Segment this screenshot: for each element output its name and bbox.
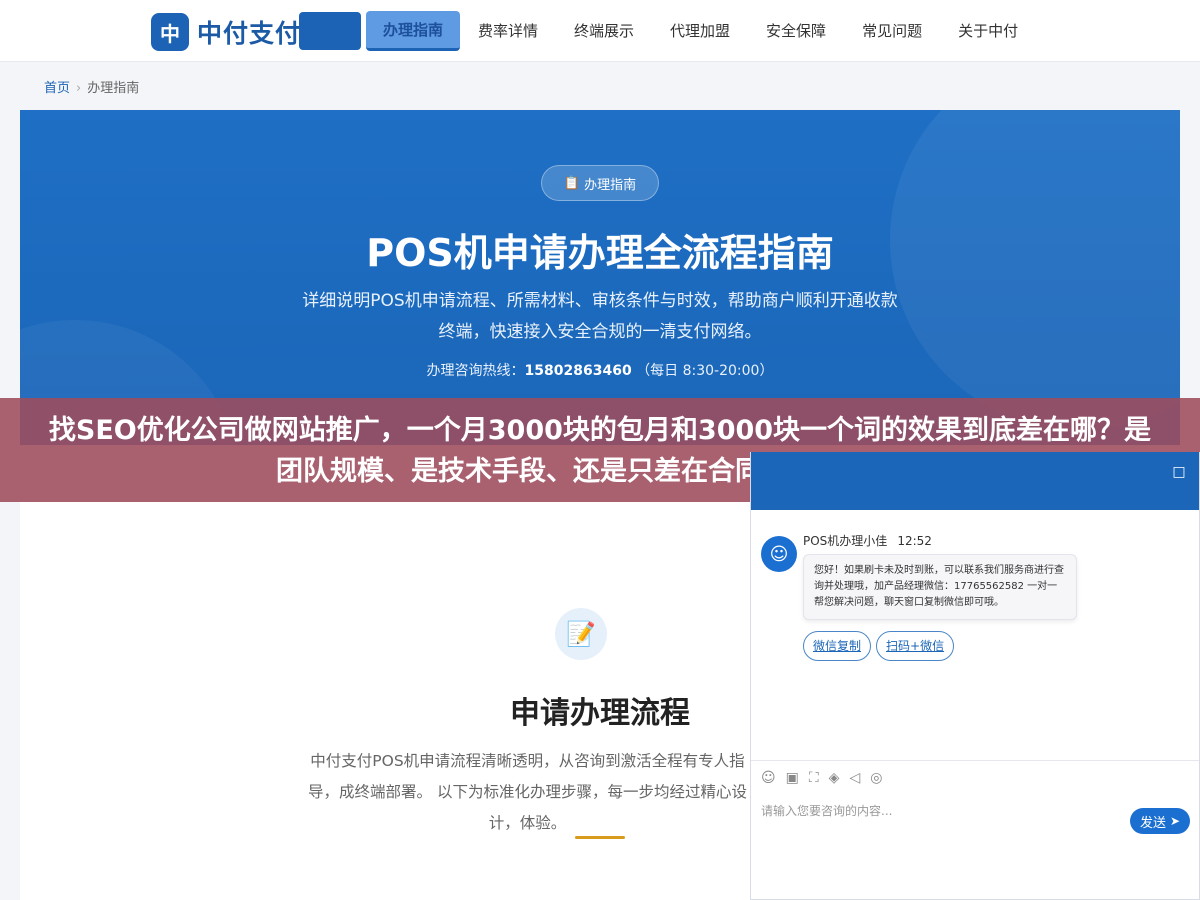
chat-divider [751,760,1199,761]
breadcrumb-current: 办理指南 [87,81,140,96]
agent-avatar: ☺ [761,536,797,572]
breadcrumb-home[interactable]: 首页 [44,81,70,96]
screenshot-icon[interactable]: ⛶ [809,770,819,786]
chat-header: □ [751,452,1199,508]
memo-icon: 📝 [555,608,607,660]
hotline-phone[interactable]: 15802863460 [525,363,632,379]
hero-badge-label: 办理指南 [584,177,637,193]
breadcrumb: 首页 › 办理指南 [44,77,139,96]
hero-description: 详细说明POS机申请流程、所需材料、审核条件与时效，帮助商户顺利开通收款终端，快… [302,291,898,342]
copy-wechat-button[interactable]: 微信复制 [803,631,872,661]
site-header: 中 中付支付 首页 办理指南 费率详情 终端展示 代理加盟 安全保障 常见问题 … [0,0,1200,62]
logo[interactable]: 中 中付支付 [151,13,301,51]
chat-message-bubble: 您好！如果刷卡未及时到账，可以联系我们服务商进行查询并处理哦，加产品经理微信：1… [803,554,1077,620]
chat-toolbar: ☺ ▣ ⛶ ◈ ◁ ◎ [761,770,892,786]
agent-name: POS机办理小佳 [803,534,888,548]
chat-input[interactable]: 请输入您要咨询的内容... [761,802,892,819]
section-description: 中付支付POS机申请流程清晰透明，从咨询到激活全程有专人指导，成终端部署。 以下… [308,752,747,832]
message-time: 12:52 [897,534,932,548]
nav-rates[interactable]: 费率详情 [460,12,556,50]
scan-wechat-button[interactable]: 扫码+微信 [876,631,955,661]
image-icon[interactable]: ▣ [786,770,799,786]
send-button[interactable]: 发送 ➤ [1130,808,1190,834]
wechat-icon[interactable]: ◎ [870,770,882,786]
voice-icon[interactable]: ◁ [849,770,860,786]
minimize-icon[interactable]: □ [1169,462,1189,482]
send-label: 发送 [1139,815,1166,831]
chat-actions: 微信复制 扫码+微信 [803,631,959,661]
clipboard-icon: 📋 [563,175,581,191]
nav-terminals[interactable]: 终端展示 [556,12,652,50]
send-icon: ➤ [1169,814,1181,828]
nav-agency[interactable]: 代理加盟 [652,12,748,50]
section-title: 申请办理流程 [510,696,690,731]
hero-section: 📋 办理指南 POS机申请办理全流程指南 详细说明POS机申请流程、所需材料、审… [20,110,1180,445]
logo-text: 中付支付 [197,19,302,48]
hero-hotline: 办理咨询热线：15802863460 （每日 8:30-20:00） [20,360,1180,380]
agent-name-line: POS机办理小佳 12:52 [803,532,932,549]
hotline-label: 办理咨询热线： [426,363,525,379]
page-title: POS机申请办理全流程指南 [366,231,834,275]
nav-guide[interactable]: 办理指南 [366,11,460,51]
nav-home[interactable]: 首页 [299,12,361,50]
breadcrumb-separator: › [76,81,82,96]
nav-faq[interactable]: 常见问题 [844,12,940,50]
nav-about[interactable]: 关于中付 [940,12,1036,50]
hotline-hours: （每日 8:30-20:00） [636,363,774,379]
emoji-icon[interactable]: ☺ [761,770,776,786]
main-nav: 首页 办理指南 费率详情 终端展示 代理加盟 安全保障 常见问题 关于中付 [299,11,1036,51]
hero-badge: 📋 办理指南 [541,165,659,201]
logo-mark: 中 [151,13,189,51]
chat-widget: □ ☺ POS机办理小佳 12:52 您好！如果刷卡未及时到账，可以联系我们服务商… [750,452,1200,900]
chat-messages: ☺ POS机办理小佳 12:52 您好！如果刷卡未及时到账，可以联系我们服务商进行… [751,510,1199,760]
nav-security[interactable]: 安全保障 [748,12,844,50]
shield-icon[interactable]: ◈ [829,770,840,786]
section-underline [575,836,625,839]
